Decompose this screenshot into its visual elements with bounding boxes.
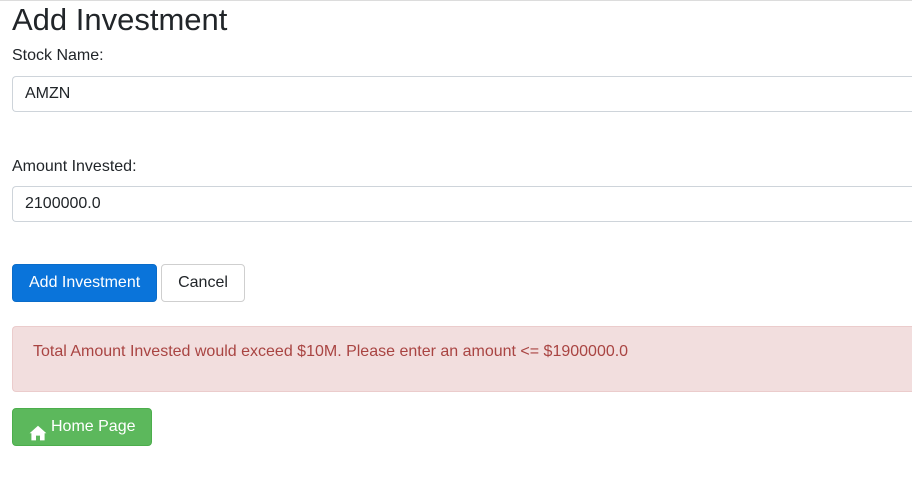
top-divider <box>0 0 912 1</box>
page-title: Add Investment <box>12 2 228 37</box>
home-page-label: Home Page <box>51 418 136 435</box>
stock-name-input[interactable] <box>12 76 912 112</box>
amount-invested-input[interactable] <box>12 186 912 222</box>
home-page-button[interactable]: Home Page <box>12 408 152 446</box>
amount-invested-label: Amount Invested: <box>12 158 137 175</box>
add-investment-button[interactable]: Add Investment <box>12 264 157 302</box>
error-alert: Total Amount Invested would exceed $10M.… <box>12 326 912 392</box>
stock-name-label: Stock Name: <box>12 47 104 64</box>
cancel-button[interactable]: Cancel <box>161 264 245 302</box>
home-icon <box>29 419 47 441</box>
